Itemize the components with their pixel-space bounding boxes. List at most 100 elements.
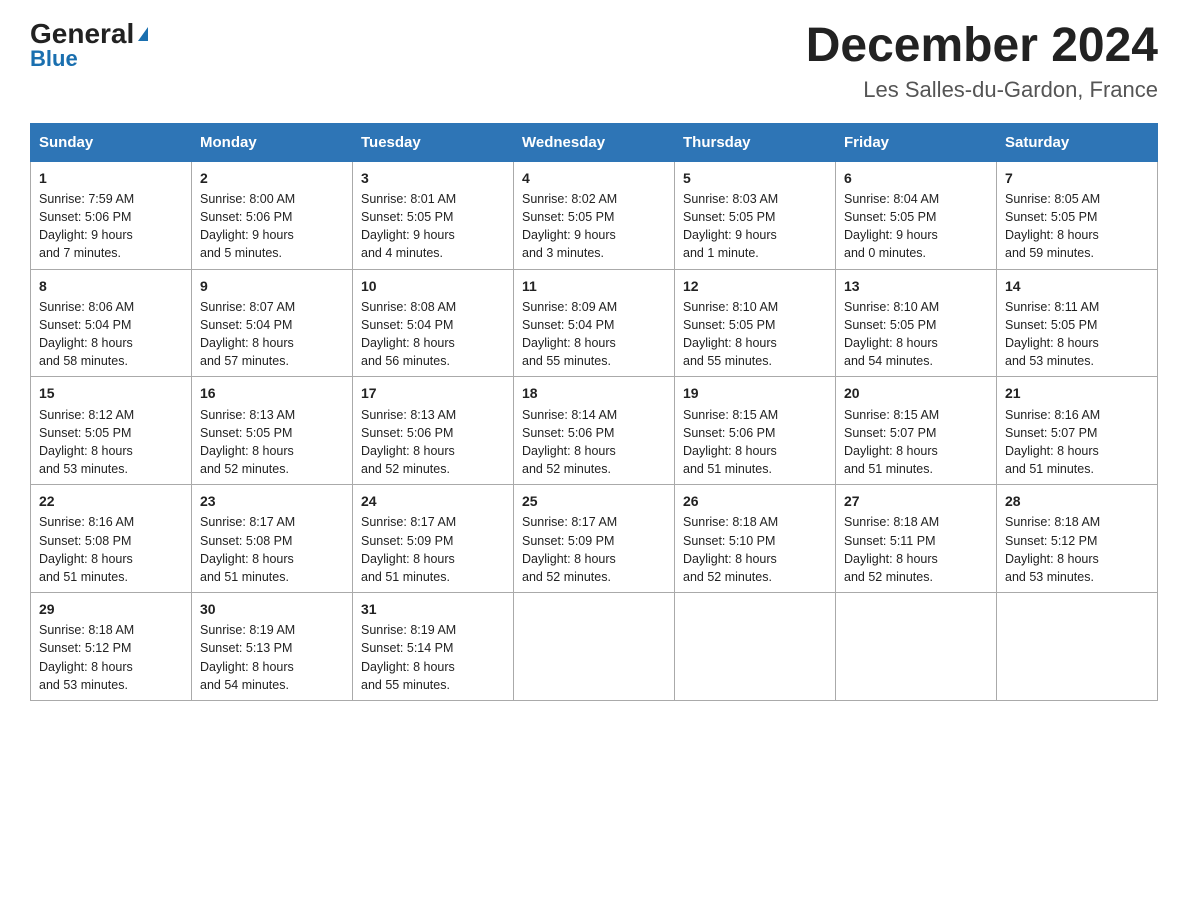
sunrise-text: Sunrise: 8:01 AM [361, 192, 456, 206]
daylight-minutes-text: and 54 minutes. [200, 678, 289, 692]
daylight-text: Daylight: 8 hours [844, 552, 938, 566]
calendar-cell: 18 Sunrise: 8:14 AM Sunset: 5:06 PM Dayl… [514, 377, 675, 485]
sunset-text: Sunset: 5:13 PM [200, 641, 292, 655]
col-header-sunday: Sunday [31, 123, 192, 161]
col-header-friday: Friday [836, 123, 997, 161]
page-header: General Blue December 2024 Les Salles-du… [30, 20, 1158, 103]
sunset-text: Sunset: 5:12 PM [1005, 534, 1097, 548]
sunrise-text: Sunrise: 8:19 AM [361, 623, 456, 637]
daylight-minutes-text: and 51 minutes. [200, 570, 289, 584]
sunset-text: Sunset: 5:05 PM [844, 318, 936, 332]
daylight-text: Daylight: 8 hours [844, 444, 938, 458]
sunset-text: Sunset: 5:05 PM [1005, 210, 1097, 224]
week-row-4: 22 Sunrise: 8:16 AM Sunset: 5:08 PM Dayl… [31, 485, 1158, 593]
day-number: 18 [522, 383, 666, 403]
day-number: 17 [361, 383, 505, 403]
day-number: 11 [522, 276, 666, 296]
calendar-cell: 13 Sunrise: 8:10 AM Sunset: 5:05 PM Dayl… [836, 269, 997, 377]
sunset-text: Sunset: 5:07 PM [844, 426, 936, 440]
calendar-cell [514, 592, 675, 700]
daylight-minutes-text: and 54 minutes. [844, 354, 933, 368]
col-header-thursday: Thursday [675, 123, 836, 161]
calendar-cell: 2 Sunrise: 8:00 AM Sunset: 5:06 PM Dayli… [192, 161, 353, 269]
sunrise-text: Sunrise: 8:10 AM [844, 300, 939, 314]
daylight-text: Daylight: 8 hours [683, 552, 777, 566]
sunrise-text: Sunrise: 8:13 AM [200, 408, 295, 422]
calendar-cell: 15 Sunrise: 8:12 AM Sunset: 5:05 PM Dayl… [31, 377, 192, 485]
calendar-cell: 1 Sunrise: 7:59 AM Sunset: 5:06 PM Dayli… [31, 161, 192, 269]
daylight-text: Daylight: 8 hours [361, 552, 455, 566]
daylight-text: Daylight: 8 hours [1005, 552, 1099, 566]
calendar-cell: 22 Sunrise: 8:16 AM Sunset: 5:08 PM Dayl… [31, 485, 192, 593]
sunset-text: Sunset: 5:04 PM [39, 318, 131, 332]
daylight-minutes-text: and 55 minutes. [683, 354, 772, 368]
day-number: 22 [39, 491, 183, 511]
location-label: Les Salles-du-Gardon, France [806, 77, 1158, 103]
daylight-minutes-text: and 55 minutes. [361, 678, 450, 692]
daylight-minutes-text: and 51 minutes. [683, 462, 772, 476]
calendar-cell: 4 Sunrise: 8:02 AM Sunset: 5:05 PM Dayli… [514, 161, 675, 269]
logo: General Blue [30, 20, 148, 72]
day-number: 30 [200, 599, 344, 619]
day-number: 15 [39, 383, 183, 403]
daylight-minutes-text: and 52 minutes. [522, 462, 611, 476]
daylight-minutes-text: and 51 minutes. [844, 462, 933, 476]
sunrise-text: Sunrise: 8:07 AM [200, 300, 295, 314]
sunset-text: Sunset: 5:04 PM [522, 318, 614, 332]
week-row-5: 29 Sunrise: 8:18 AM Sunset: 5:12 PM Dayl… [31, 592, 1158, 700]
sunrise-text: Sunrise: 8:02 AM [522, 192, 617, 206]
day-number: 1 [39, 168, 183, 188]
day-number: 9 [200, 276, 344, 296]
sunset-text: Sunset: 5:10 PM [683, 534, 775, 548]
daylight-text: Daylight: 8 hours [1005, 336, 1099, 350]
sunrise-text: Sunrise: 8:18 AM [683, 515, 778, 529]
sunset-text: Sunset: 5:06 PM [200, 210, 292, 224]
daylight-minutes-text: and 1 minute. [683, 246, 759, 260]
daylight-text: Daylight: 9 hours [39, 228, 133, 242]
sunset-text: Sunset: 5:06 PM [361, 426, 453, 440]
daylight-minutes-text: and 0 minutes. [844, 246, 926, 260]
daylight-minutes-text: and 52 minutes. [200, 462, 289, 476]
daylight-text: Daylight: 8 hours [1005, 228, 1099, 242]
daylight-text: Daylight: 9 hours [683, 228, 777, 242]
sunrise-text: Sunrise: 8:08 AM [361, 300, 456, 314]
calendar-cell: 10 Sunrise: 8:08 AM Sunset: 5:04 PM Dayl… [353, 269, 514, 377]
sunrise-text: Sunrise: 8:18 AM [844, 515, 939, 529]
sunset-text: Sunset: 5:11 PM [844, 534, 936, 548]
sunset-text: Sunset: 5:09 PM [361, 534, 453, 548]
calendar-cell: 29 Sunrise: 8:18 AM Sunset: 5:12 PM Dayl… [31, 592, 192, 700]
day-number: 23 [200, 491, 344, 511]
sunrise-text: Sunrise: 8:17 AM [361, 515, 456, 529]
daylight-minutes-text: and 57 minutes. [200, 354, 289, 368]
day-number: 28 [1005, 491, 1149, 511]
daylight-minutes-text: and 52 minutes. [361, 462, 450, 476]
day-number: 3 [361, 168, 505, 188]
daylight-text: Daylight: 8 hours [683, 336, 777, 350]
sunrise-text: Sunrise: 8:04 AM [844, 192, 939, 206]
calendar-cell: 5 Sunrise: 8:03 AM Sunset: 5:05 PM Dayli… [675, 161, 836, 269]
day-number: 6 [844, 168, 988, 188]
week-row-1: 1 Sunrise: 7:59 AM Sunset: 5:06 PM Dayli… [31, 161, 1158, 269]
sunset-text: Sunset: 5:06 PM [522, 426, 614, 440]
calendar-cell: 24 Sunrise: 8:17 AM Sunset: 5:09 PM Dayl… [353, 485, 514, 593]
day-number: 12 [683, 276, 827, 296]
daylight-text: Daylight: 8 hours [200, 444, 294, 458]
day-number: 14 [1005, 276, 1149, 296]
day-number: 5 [683, 168, 827, 188]
col-header-wednesday: Wednesday [514, 123, 675, 161]
calendar-cell: 26 Sunrise: 8:18 AM Sunset: 5:10 PM Dayl… [675, 485, 836, 593]
daylight-text: Daylight: 9 hours [361, 228, 455, 242]
calendar-cell: 14 Sunrise: 8:11 AM Sunset: 5:05 PM Dayl… [997, 269, 1158, 377]
sunrise-text: Sunrise: 8:15 AM [683, 408, 778, 422]
calendar-cell [675, 592, 836, 700]
daylight-minutes-text: and 3 minutes. [522, 246, 604, 260]
week-row-3: 15 Sunrise: 8:12 AM Sunset: 5:05 PM Dayl… [31, 377, 1158, 485]
daylight-text: Daylight: 8 hours [844, 336, 938, 350]
daylight-text: Daylight: 8 hours [39, 336, 133, 350]
sunrise-text: Sunrise: 8:05 AM [1005, 192, 1100, 206]
col-header-saturday: Saturday [997, 123, 1158, 161]
sunset-text: Sunset: 5:08 PM [39, 534, 131, 548]
sunset-text: Sunset: 5:05 PM [683, 210, 775, 224]
sunrise-text: Sunrise: 8:15 AM [844, 408, 939, 422]
sunset-text: Sunset: 5:08 PM [200, 534, 292, 548]
